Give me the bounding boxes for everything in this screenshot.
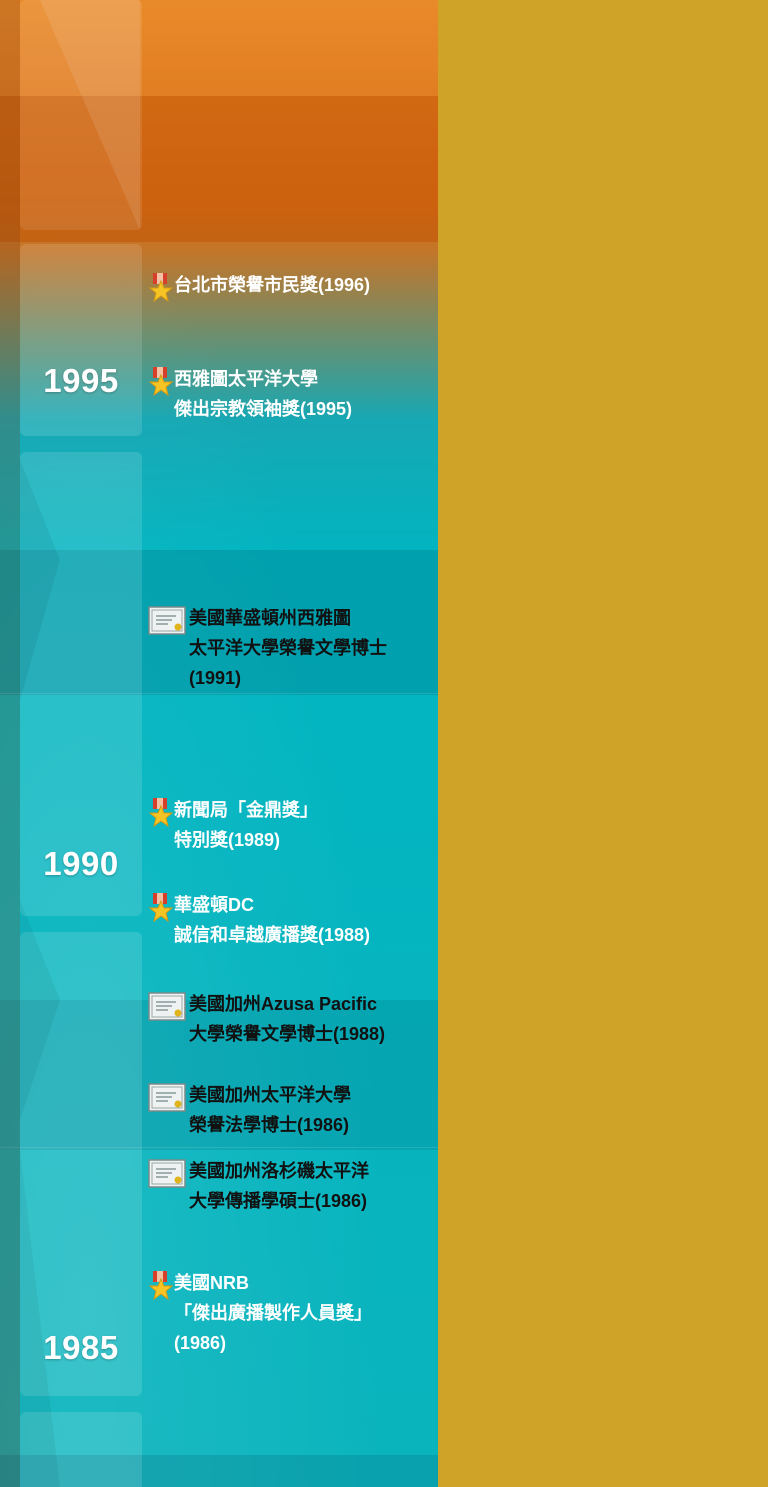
entry-line: 台北市榮譽市民獎(1996): [174, 275, 371, 295]
certificate-icon: [148, 992, 186, 1021]
entry-line: 美國加州太平洋大學: [189, 1085, 351, 1105]
year-label-1995: 1995: [43, 362, 119, 399]
entry-line: 特別獎(1989): [174, 830, 281, 850]
entry-line: 美國NRB: [174, 1273, 249, 1293]
award-medal-icon: [148, 367, 174, 397]
entry-text: 新聞局「金鼎獎」 特別獎(1989): [174, 795, 318, 855]
award-medal-icon: [148, 1271, 174, 1301]
entry-text: 華盛頓DC 誠信和卓越廣播獎(1988): [174, 890, 370, 950]
entry-line: 新聞局「金鼎獎」: [174, 800, 318, 820]
entry-line: 美國加州Azusa Pacific: [189, 994, 378, 1014]
award-medal-icon: [148, 798, 174, 828]
entry-line: (1986): [174, 1333, 227, 1353]
entry-line: (1991): [189, 668, 242, 688]
entry-line: 美國華盛頓州西雅圖: [189, 608, 351, 628]
entry-text: 美國加州洛杉磯太平洋 大學傳播學碩士(1986): [189, 1156, 369, 1216]
entry-line: 華盛頓DC: [174, 895, 254, 915]
entry-text: 美國加州太平洋大學 榮譽法學博士(1986): [189, 1080, 351, 1140]
certificate-icon: [148, 1159, 186, 1188]
year-label-1990: 1990: [43, 845, 119, 882]
entry-line: 傑出宗教領袖獎(1995): [174, 399, 353, 419]
entry-line: 美國加州洛杉磯太平洋: [189, 1161, 369, 1181]
timeline-panel: 1995 1990 1985 台北市榮譽市民獎(1996) 西雅圖太平洋大學 傑…: [0, 0, 438, 1487]
certificate-icon: [148, 1083, 186, 1112]
year-label-1985: 1985: [43, 1329, 119, 1366]
entry-line: 榮譽法學博士(1986): [189, 1115, 350, 1135]
entry-text: 美國華盛頓州西雅圖 太平洋大學榮譽文學博士 (1991): [189, 603, 387, 693]
award-medal-icon: [148, 273, 174, 303]
entry-line: 誠信和卓越廣播獎(1988): [174, 925, 371, 945]
year-box: [20, 244, 142, 436]
entry-line: 「傑出廣播製作人員獎」: [174, 1303, 372, 1323]
certificate-icon: [148, 606, 186, 635]
entry-text: 台北市榮譽市民獎(1996): [174, 270, 370, 300]
year-box: [20, 1412, 142, 1487]
right-gold-panel: [438, 0, 768, 1487]
entry-line: 大學榮譽文學博士(1988): [189, 1024, 386, 1044]
entry-text: 美國加州Azusa Pacific 大學榮譽文學博士(1988): [189, 989, 385, 1049]
entry-line: 西雅圖太平洋大學: [174, 369, 318, 389]
left-edge-strip: [0, 0, 20, 1487]
entry-text: 西雅圖太平洋大學 傑出宗教領袖獎(1995): [174, 364, 352, 424]
entry-line: 大學傳播學碩士(1986): [189, 1191, 368, 1211]
year-box: [20, 932, 142, 1396]
entry-line: 太平洋大學榮譽文學博士: [189, 638, 387, 658]
award-medal-icon: [148, 893, 174, 923]
year-box: [20, 0, 142, 230]
entry-text: 美國NRB 「傑出廣播製作人員獎」 (1986): [174, 1268, 372, 1358]
